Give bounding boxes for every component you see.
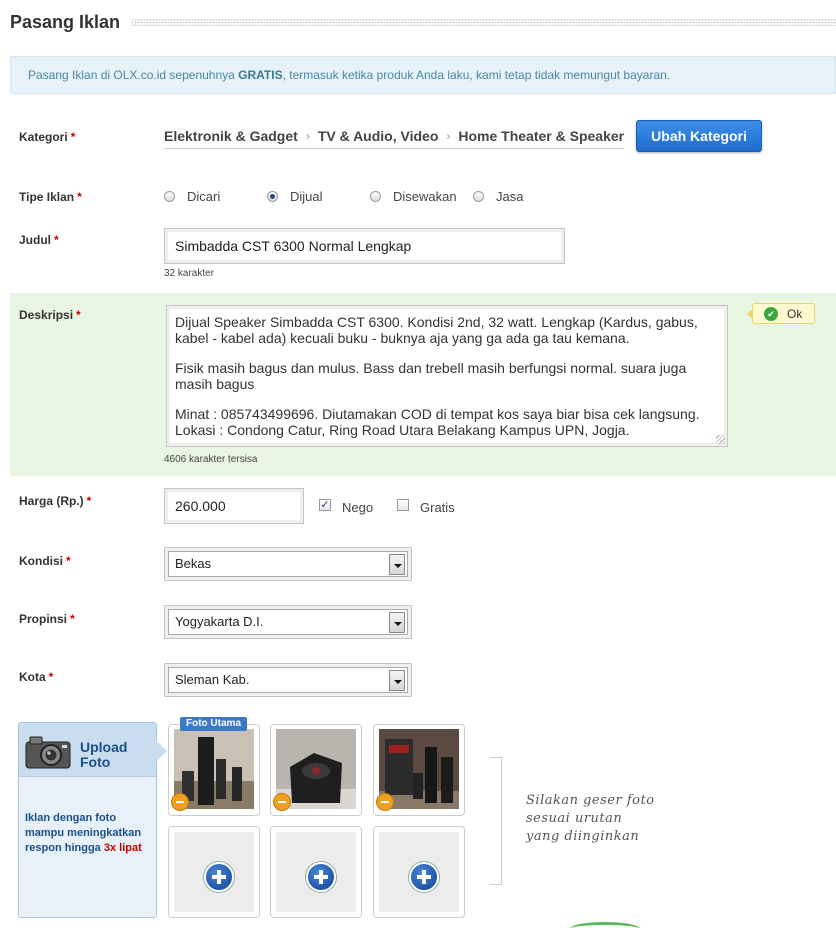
description-char-count: 4606 karakter tersisa <box>164 454 258 465</box>
gratis-label: Gratis <box>420 500 455 515</box>
condition-value: Bekas <box>175 556 212 571</box>
nego-checkbox[interactable]: ✓ <box>319 499 331 511</box>
kondisi-label: Kondisi * <box>19 554 71 568</box>
description-paragraph: Fisik masih bagus dan mulus. Bass dan tr… <box>175 360 687 392</box>
crumb-2: TV & Audio, Video <box>317 128 439 144</box>
page-title: Pasang Iklan <box>10 11 121 32</box>
radio-button[interactable] <box>473 191 484 202</box>
condition-select[interactable]: Bekas <box>164 547 412 581</box>
photo-order-bracket <box>490 757 502 885</box>
upload-title: Upload Foto <box>80 739 128 770</box>
chevron-right-icon: › <box>305 129 310 143</box>
radio-jasa[interactable]: Jasa <box>473 189 523 204</box>
province-select[interactable]: Yogyakarta D.I. <box>164 605 412 639</box>
photo-slot-3[interactable] <box>373 724 465 816</box>
radio-disewakan[interactable]: Disewakan <box>370 189 457 204</box>
radio-dijual[interactable]: Dijual <box>267 189 323 204</box>
upload-benefit-note: Iklan dengan foto mampu meningkatkan res… <box>25 812 142 854</box>
notice-prefix: Pasang Iklan di OLX.co.id sepenuhnya <box>28 68 239 82</box>
crumb-3: Home Theater & Speaker <box>458 128 625 144</box>
title-char-count: 32 karakter <box>164 268 215 279</box>
propinsi-label: Propinsi * <box>19 612 75 626</box>
tipe-iklan-label: Tipe Iklan * <box>19 190 82 204</box>
radio-button[interactable] <box>164 191 175 202</box>
photo-order-hint: Silakan geser foto sesuai urutan yang di… <box>526 793 655 844</box>
description-paragraph: Dijual Speaker Simbadda CST 6300. Kondis… <box>175 314 698 346</box>
dropdown-arrow-icon[interactable] <box>389 612 405 633</box>
deskripsi-label: Deskripsi * <box>19 308 81 322</box>
remove-photo-icon[interactable] <box>273 793 291 811</box>
title-input[interactable]: Simbadda CST 6300 Normal Lengkap <box>164 228 565 264</box>
photo-slot-5[interactable] <box>270 826 362 918</box>
dropdown-arrow-icon[interactable] <box>389 554 405 575</box>
submit-button-edge[interactable] <box>570 922 640 928</box>
description-textarea[interactable]: Dijual Speaker Simbadda CST 6300. Kondis… <box>166 305 728 447</box>
photo-slot-2[interactable] <box>270 724 362 816</box>
validation-ok-badge: ✔ Ok <box>747 303 815 324</box>
free-notice: Pasang Iklan di OLX.co.id sepenuhnya GRA… <box>10 56 836 94</box>
add-photo-icon[interactable] <box>306 862 336 892</box>
judul-label: Judul * <box>19 233 59 247</box>
main-photo-tag: Foto Utama <box>180 717 247 731</box>
remove-photo-icon[interactable] <box>376 793 394 811</box>
notice-suffix: , termasuk ketika produk Anda laku, kami… <box>282 68 671 82</box>
check-circle-icon: ✔ <box>764 306 778 321</box>
radio-button[interactable] <box>370 191 381 202</box>
upload-photo-panel[interactable]: Upload Foto Iklan dengan foto mampu menin… <box>18 722 167 918</box>
title-divider <box>132 18 836 26</box>
kategori-label: Kategori * <box>19 130 76 144</box>
gratis-checkbox[interactable] <box>397 499 409 511</box>
camera-icon <box>25 736 71 769</box>
province-value: Yogyakarta D.I. <box>175 614 264 629</box>
crumb-1: Elektronik & Gadget <box>164 128 298 144</box>
page-header: Pasang Iklan <box>10 10 836 34</box>
add-photo-icon[interactable] <box>409 862 439 892</box>
city-select[interactable]: Sleman Kab. <box>164 663 412 697</box>
change-category-button[interactable]: Ubah Kategori <box>636 120 762 152</box>
add-photo-icon[interactable] <box>204 862 234 892</box>
photo-slot-1[interactable] <box>168 724 260 816</box>
city-value: Sleman Kab. <box>175 672 250 687</box>
description-paragraph: Minat : 085743499696. Diutamakan COD di … <box>175 406 700 438</box>
radio-dicari[interactable]: Dicari <box>164 189 220 204</box>
chevron-right-icon: › <box>446 129 451 143</box>
photo-slot-6[interactable] <box>373 826 465 918</box>
upload-header[interactable]: Upload Foto <box>19 723 167 777</box>
dropdown-arrow-icon[interactable] <box>389 670 405 691</box>
category-breadcrumb: Elektronik & Gadget › TV & Audio, Video … <box>164 128 625 149</box>
photo-slot-4[interactable] <box>168 826 260 918</box>
radio-button-selected[interactable] <box>267 191 278 202</box>
resize-handle-icon[interactable] <box>716 435 725 444</box>
kota-label: Kota * <box>19 670 54 684</box>
harga-label: Harga (Rp.) * <box>19 494 92 508</box>
remove-photo-icon[interactable] <box>171 793 189 811</box>
notice-highlight: GRATIS <box>238 68 283 82</box>
nego-label: Nego <box>342 500 374 515</box>
price-input[interactable]: 260.000 <box>164 488 304 524</box>
